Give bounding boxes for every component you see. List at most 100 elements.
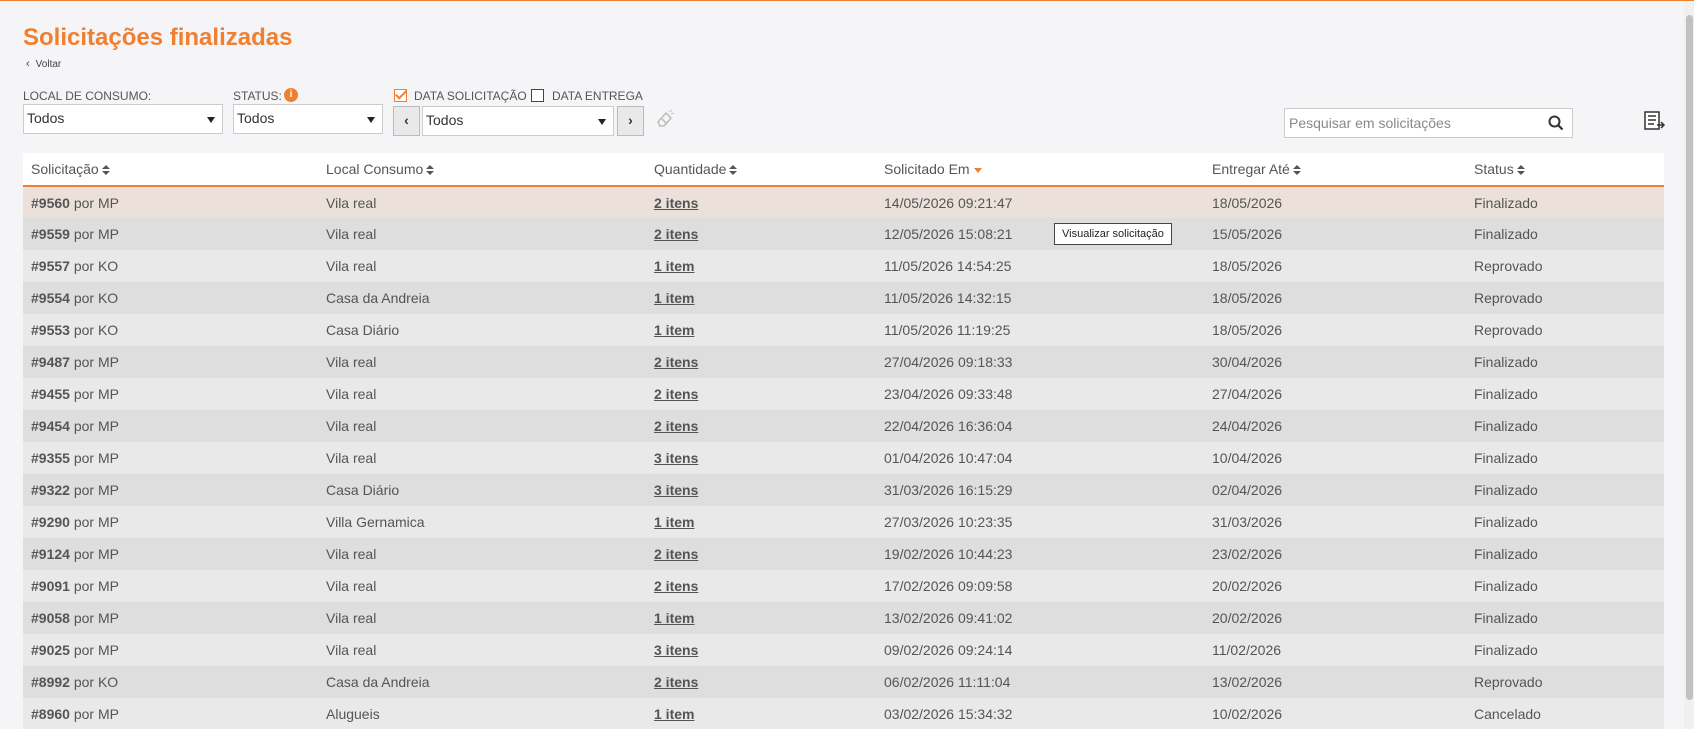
search-input[interactable] — [1285, 109, 1535, 137]
table-row[interactable]: #8960 por MP Alugueis 1 item 03/02/2026 15:… — [23, 698, 1664, 729]
quantity-link[interactable]: 1 item — [654, 322, 694, 338]
cell-local-consumo: Vila real — [326, 450, 377, 466]
requested-by: por MP — [73, 386, 119, 402]
data-solicitacao-checkbox[interactable] — [394, 89, 407, 102]
quantity-link[interactable]: 2 itens — [654, 195, 698, 211]
quantity-link[interactable]: 3 itens — [654, 450, 698, 466]
cell-status: Reprovado — [1474, 322, 1543, 338]
request-id: #9560 — [31, 194, 70, 211]
table-row[interactable]: #9322 por MP Casa Diário 3 itens 31/03/2026… — [23, 474, 1664, 506]
col-entregar-ate[interactable]: Entregar Até — [1204, 153, 1466, 186]
table-row[interactable]: #9058 por MP Vila real 1 item 13/02/2026 09… — [23, 602, 1664, 634]
requested-by: por MP — [73, 642, 119, 658]
cell-local-consumo: Casa Diário — [326, 322, 400, 338]
quantity-link[interactable]: 2 itens — [654, 578, 698, 594]
quantity-link[interactable]: 1 item — [654, 610, 694, 626]
col-quantidade[interactable]: Quantidade — [646, 153, 876, 186]
table-row[interactable]: #9454 por MP Vila real 2 itens 22/04/2026 1… — [23, 410, 1664, 442]
request-id: #9559 — [31, 226, 70, 242]
clear-filters-icon[interactable] — [654, 108, 676, 135]
table-row[interactable]: #9455 por MP Vila real 2 itens 23/04/2026 0… — [23, 378, 1664, 410]
quantity-link[interactable]: 2 itens — [654, 674, 698, 690]
cell-solicitacao: #9554 por KO — [23, 282, 318, 314]
request-id: #9557 — [31, 258, 70, 274]
cell-quantidade: 2 itens — [646, 410, 876, 442]
cell-solicitacao: #8992 por KO — [23, 666, 318, 698]
table-row[interactable]: #9124 por MP Vila real 2 itens 19/02/2026 1… — [23, 538, 1664, 570]
cell-status: Reprovado — [1474, 290, 1543, 306]
quantity-link[interactable]: 3 itens — [654, 482, 698, 498]
requested-by: por KO — [73, 322, 119, 338]
table-row[interactable]: #8992 por KO Casa da Andreia 2 itens 06/02/… — [23, 666, 1664, 698]
table-row[interactable]: #9025 por MP Vila real 3 itens 09/02/2026 0… — [23, 634, 1664, 666]
quantity-link[interactable]: 2 itens — [654, 354, 698, 370]
cell-solicitacao: #9560 por MP — [23, 186, 318, 218]
cell-quantidade: 2 itens — [646, 346, 876, 378]
cell-status: Finalizado — [1474, 546, 1538, 562]
table-header-row: Solicitação Local Consumo Quantidade Sol… — [23, 153, 1664, 186]
back-link[interactable]: ‹ Voltar — [26, 58, 61, 70]
cell-entregar-ate: 20/02/2026 — [1212, 610, 1283, 626]
quantity-link[interactable]: 1 item — [654, 290, 694, 306]
period-select[interactable]: Todos — [422, 106, 614, 136]
request-id: #8960 — [31, 706, 70, 722]
scrollbar-thumb[interactable] — [1686, 15, 1693, 700]
info-icon[interactable]: i — [284, 88, 298, 102]
cell-solicitacao: #9058 por MP — [23, 602, 318, 634]
table-row[interactable]: #9560 por MP Vila real 2 itens 14/05/2026 0… — [23, 186, 1664, 218]
period-prev-button[interactable]: ‹ — [393, 106, 420, 136]
cell-status: Finalizado — [1474, 354, 1538, 370]
cell-status: Reprovado — [1474, 258, 1543, 274]
col-solicitacao[interactable]: Solicitação — [23, 153, 318, 186]
quantity-link[interactable]: 1 item — [654, 258, 694, 274]
status-select[interactable]: Todos — [233, 104, 383, 134]
cell-solicitado-em: 03/02/2026 15:34:32 — [884, 706, 1013, 722]
table-row[interactable]: #9487 por MP Vila real 2 itens 27/04/2026 0… — [23, 346, 1664, 378]
cell-solicitado-em: 22/04/2026 16:36:04 — [884, 418, 1013, 434]
cell-solicitacao: #9290 por MP — [23, 506, 318, 538]
quantity-link[interactable]: 1 item — [654, 514, 694, 530]
cell-entregar-ate: 10/04/2026 — [1212, 450, 1283, 466]
cell-solicitado-em: 09/02/2026 09:24:14 — [884, 642, 1013, 658]
table-row[interactable]: #9553 por KO Casa Diário 1 item 11/05/2026 … — [23, 314, 1664, 346]
table-row[interactable]: #9554 por KO Casa da Andreia 1 item 11/05/2… — [23, 282, 1664, 314]
search-icon[interactable] — [1548, 115, 1564, 136]
col-status[interactable]: Status — [1466, 153, 1664, 186]
cell-entregar-ate: 20/02/2026 — [1212, 578, 1283, 594]
col-local-consumo[interactable]: Local Consumo — [318, 153, 646, 186]
table-row[interactable]: #9557 por KO Vila real 1 item 11/05/2026 14… — [23, 250, 1664, 282]
requested-by: por MP — [73, 194, 119, 211]
export-list-icon[interactable] — [1644, 111, 1666, 136]
cell-solicitado-em: 27/03/2026 10:23:35 — [884, 514, 1013, 530]
cell-solicitado-em: 11/05/2026 11:19:25 — [884, 322, 1011, 338]
table-row[interactable]: #9355 por MP Vila real 3 itens 01/04/2026 1… — [23, 442, 1664, 474]
requested-by: por MP — [73, 706, 119, 722]
quantity-link[interactable]: 3 itens — [654, 642, 698, 658]
local-consumo-select[interactable]: Todos — [23, 104, 223, 134]
cell-solicitacao: #9322 por MP — [23, 474, 318, 506]
quantity-link[interactable]: 2 itens — [654, 226, 698, 242]
quantity-link[interactable]: 2 itens — [654, 546, 698, 562]
cell-quantidade: 1 item — [646, 506, 876, 538]
data-solicitacao-label: DATA SOLICITAÇÃO — [414, 89, 527, 103]
requests-table: Solicitação Local Consumo Quantidade Sol… — [23, 153, 1664, 729]
data-entrega-checkbox[interactable] — [531, 89, 544, 102]
requested-by: por MP — [73, 482, 119, 498]
cell-solicitado-em: 27/04/2026 09:18:33 — [884, 354, 1013, 370]
quantity-link[interactable]: 2 itens — [654, 386, 698, 402]
cell-entregar-ate: 10/02/2026 — [1212, 706, 1283, 722]
table-row[interactable]: #9290 por MP Villa Gernamica 1 item 27/03/2… — [23, 506, 1664, 538]
cell-local-consumo: Vila real — [326, 418, 377, 434]
quantity-link[interactable]: 2 itens — [654, 418, 698, 434]
cell-entregar-ate: 31/03/2026 — [1212, 514, 1283, 530]
cell-entregar-ate: 18/05/2026 — [1212, 322, 1283, 338]
cell-solicitacao: #9557 por KO — [23, 250, 318, 282]
quantity-link[interactable]: 1 item — [654, 706, 694, 722]
period-next-button[interactable]: › — [617, 106, 644, 136]
table-row[interactable]: #9091 por MP Vila real 2 itens 17/02/2026 0… — [23, 570, 1664, 602]
cell-quantidade: 2 itens — [646, 570, 876, 602]
table-row[interactable]: #9559 por MP Vila real 2 itens 12/05/2026 1… — [23, 218, 1664, 250]
col-solicitado-em[interactable]: Solicitado Em — [876, 153, 1204, 186]
cell-status: Finalizado — [1474, 194, 1538, 211]
requested-by: por MP — [73, 226, 119, 242]
